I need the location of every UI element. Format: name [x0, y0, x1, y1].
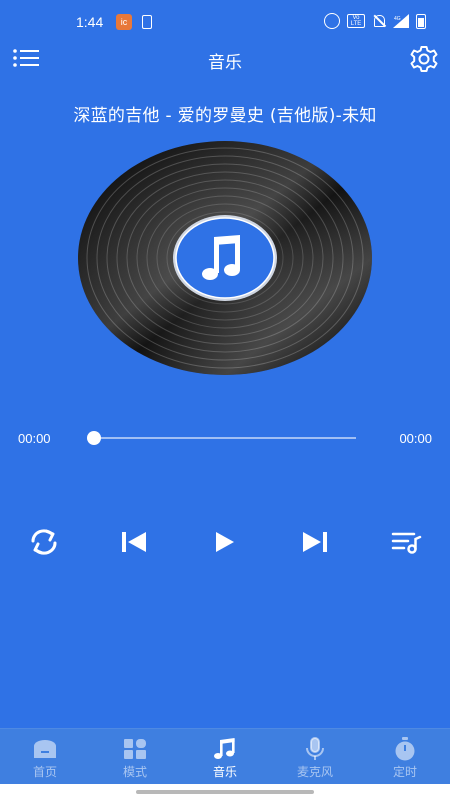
app-notification-icon: ic — [116, 14, 132, 30]
alarm-icon — [324, 13, 340, 29]
nav-item-mode[interactable]: 模式 — [90, 729, 180, 784]
status-bar: 1:44 ic Vo LTE 4G — [0, 0, 450, 44]
play-icon[interactable] — [204, 522, 244, 562]
next-track-icon[interactable] — [295, 522, 335, 562]
progress-bar[interactable] — [93, 437, 356, 439]
song-title: 深蓝的吉他 - 爱的罗曼史 (吉他版)-未知 — [73, 106, 377, 126]
progress-thumb[interactable] — [87, 431, 101, 445]
total-time: 00:00 — [399, 431, 432, 446]
nav-item-home[interactable]: 首页 — [0, 729, 90, 784]
grid-icon — [122, 737, 148, 761]
music-note-icon — [212, 737, 238, 761]
page-title: 音乐 — [208, 53, 242, 73]
nav-label-mode: 模式 — [122, 765, 147, 779]
status-time: 1:44 — [76, 14, 104, 30]
playback-controls — [0, 522, 450, 562]
microphone-icon — [302, 737, 328, 761]
playlist-icon[interactable] — [386, 522, 426, 562]
repeat-icon[interactable] — [24, 522, 64, 562]
nav-item-timer[interactable]: 定时 — [360, 729, 450, 784]
nav-label-timer: 定时 — [392, 765, 417, 779]
bottom-nav: 首页 模式 音乐 麦克风 定时 — [0, 728, 450, 784]
nav-item-microphone[interactable]: 麦克风 — [270, 729, 360, 784]
previous-track-icon[interactable] — [114, 522, 154, 562]
nav-label-microphone: 麦克风 — [296, 765, 333, 779]
nav-label-music: 音乐 — [212, 765, 237, 779]
nav-item-music[interactable]: 音乐 — [180, 729, 270, 784]
mute-icon — [372, 14, 386, 28]
current-time: 00:00 — [18, 431, 51, 446]
gesture-bar — [0, 784, 450, 800]
nav-label-home: 首页 — [32, 765, 57, 779]
app-header: 音乐 — [0, 44, 450, 74]
battery-icon — [416, 13, 426, 29]
sim-icon — [142, 15, 152, 29]
status-icons: Vo LTE 4G — [324, 13, 426, 29]
volte-icon: Vo LTE — [347, 14, 365, 28]
vinyl-disc — [76, 139, 374, 377]
home-icon — [32, 737, 58, 761]
gear-icon[interactable] — [408, 44, 442, 74]
home-gesture-pill[interactable] — [136, 790, 314, 794]
timer-icon — [392, 737, 418, 761]
signal-icon: 4G — [393, 14, 409, 28]
network-label: 4G — [394, 16, 401, 22]
